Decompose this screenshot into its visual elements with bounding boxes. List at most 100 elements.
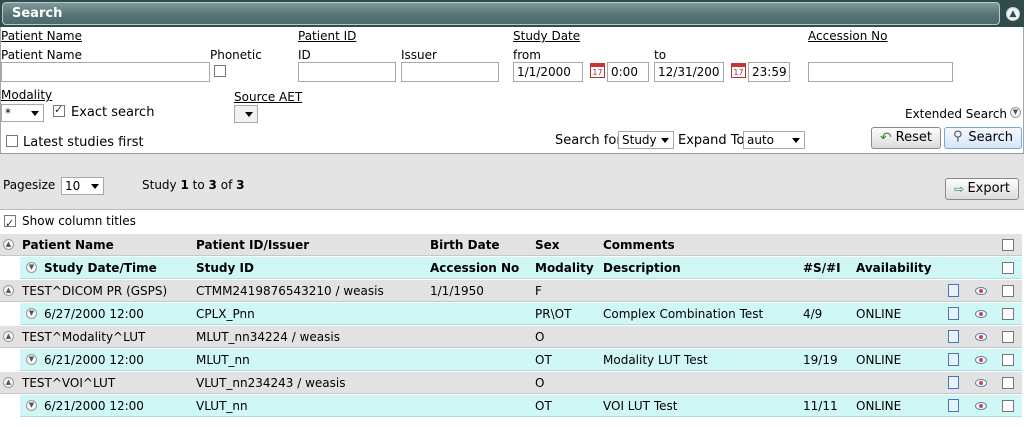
- col-accession: Accession No: [430, 261, 520, 275]
- source-aet-group-label: Source AET: [234, 90, 303, 104]
- study-header-row: ▼ Study Date/Time Study ID Accession No …: [20, 257, 1022, 279]
- collapse-icon[interactable]: ▲: [3, 331, 14, 342]
- collapse-all-icon[interactable]: ▲: [3, 239, 14, 250]
- study-id: CPLX_Pnn: [196, 307, 255, 321]
- col-patient-id: Patient ID/Issuer: [196, 238, 310, 252]
- patient-row[interactable]: ▲ TEST^VOI^LUT VLUT_nn234243 / weasis O: [0, 372, 1022, 394]
- export-button[interactable]: ⇨ Export: [945, 178, 1019, 200]
- patient-id-input[interactable]: [298, 62, 396, 82]
- expand-icon[interactable]: ▼: [26, 400, 37, 411]
- col-series-instances: #S/#I: [803, 261, 841, 275]
- collapse-panel-icon[interactable]: ▲: [1006, 7, 1020, 21]
- study-id: VLUT_nn: [196, 399, 248, 413]
- to-time-input[interactable]: [748, 62, 790, 82]
- series-instances: 11/11: [803, 399, 838, 413]
- patient-row[interactable]: ▲ TEST^Modality^LUT MLUT_nn34224 / weasi…: [0, 326, 1022, 348]
- issuer-label: Issuer: [401, 48, 437, 62]
- study-row[interactable]: ▼ 6/21/2000 12:00 MLUT_nn OT Modality LU…: [20, 349, 1022, 371]
- details-icon[interactable]: [948, 284, 959, 297]
- issuer-input[interactable]: [401, 62, 499, 82]
- select-all-patients-checkbox[interactable]: [1002, 239, 1014, 251]
- modality: PR\OT: [535, 307, 572, 321]
- study-id: MLUT_nn: [196, 353, 250, 367]
- accession-input[interactable]: [808, 62, 953, 82]
- patient-select-checkbox[interactable]: [1002, 331, 1014, 343]
- patient-header-row: ▲ Patient Name Patient ID/Issuer Birth D…: [0, 234, 1022, 256]
- availability: ONLINE: [856, 399, 902, 413]
- study-row[interactable]: ▼ 6/21/2000 12:00 VLUT_nn OT VOI LUT Tes…: [20, 395, 1022, 417]
- show-column-titles-checkbox[interactable]: [4, 213, 16, 235]
- latest-studies-first-checkbox[interactable]: [6, 135, 18, 147]
- patient-row[interactable]: ▲ TEST^DICOM PR (GSPS) CTMM2419876543210…: [0, 280, 1022, 302]
- from-date-input[interactable]: [513, 62, 583, 82]
- col-birth-date: Birth Date: [430, 238, 500, 252]
- patient-id: VLUT_nn234243 / weasis: [196, 376, 346, 390]
- patient-select-checkbox[interactable]: [1002, 285, 1014, 297]
- patient-id-group-label: Patient ID: [298, 29, 357, 43]
- availability: ONLINE: [856, 353, 902, 367]
- expand-extended-search-icon[interactable]: ▼: [1010, 107, 1021, 118]
- pagesize-label: Pagesize: [3, 178, 56, 192]
- calendar-icon[interactable]: 17: [731, 63, 746, 78]
- exact-search-label: Exact search: [71, 105, 155, 120]
- from-time-input[interactable]: [607, 62, 649, 82]
- study-datetime: 6/21/2000 12:00: [44, 353, 144, 367]
- col-sex: Sex: [535, 238, 560, 252]
- patient-select-checkbox[interactable]: [1002, 377, 1014, 389]
- view-icon[interactable]: [975, 333, 987, 341]
- study-select-checkbox[interactable]: [1002, 400, 1014, 412]
- id-label: ID: [298, 48, 311, 62]
- collapse-icon[interactable]: ▲: [3, 377, 14, 388]
- study-row[interactable]: ▼ 6/27/2000 12:00 CPLX_Pnn PR\OT Complex…: [20, 303, 1022, 325]
- search-for-select[interactable]: Study: [618, 131, 674, 149]
- reset-button[interactable]: ↶ Reset: [871, 127, 941, 149]
- patient-name-input[interactable]: [1, 62, 210, 82]
- patient-name: TEST^VOI^LUT: [22, 376, 116, 390]
- phonetic-label: Phonetic: [210, 48, 262, 62]
- expand-icon[interactable]: ▼: [26, 308, 37, 319]
- search-button[interactable]: ⚲ Search: [944, 127, 1022, 149]
- collapse-icon[interactable]: ▲: [3, 285, 14, 296]
- details-icon[interactable]: [948, 353, 959, 366]
- details-icon[interactable]: [948, 376, 959, 389]
- search-form: Patient Name Patient Name Phonetic Patie…: [0, 27, 1024, 153]
- modality-select[interactable]: *: [1, 104, 44, 122]
- view-icon[interactable]: [975, 287, 987, 295]
- study-select-checkbox[interactable]: [1002, 354, 1014, 366]
- view-icon[interactable]: [975, 402, 987, 410]
- expand-to-select[interactable]: auto: [743, 131, 805, 149]
- to-date-input[interactable]: [654, 62, 724, 82]
- study-select-checkbox[interactable]: [1002, 308, 1014, 320]
- pagesize-select[interactable]: 10: [61, 177, 104, 195]
- extended-search-label[interactable]: Extended Search: [905, 107, 1007, 121]
- series-instances: 19/19: [803, 353, 838, 367]
- modality-group-label: Modality: [1, 88, 53, 102]
- modality: OT: [535, 399, 552, 413]
- export-icon: ⇨: [954, 182, 965, 196]
- series-instances: 4/9: [803, 307, 823, 321]
- magnifier-icon: ⚲: [953, 129, 963, 144]
- source-aet-select[interactable]: [234, 105, 258, 123]
- reset-icon: ↶: [880, 130, 892, 146]
- details-icon[interactable]: [948, 399, 959, 412]
- view-icon[interactable]: [975, 379, 987, 387]
- patient-name-group-label: Patient Name: [1, 29, 82, 43]
- view-icon[interactable]: [975, 356, 987, 364]
- search-for-label: Search for: [555, 133, 622, 148]
- calendar-icon[interactable]: 17: [590, 63, 605, 78]
- accession-group-label: Accession No: [808, 29, 888, 43]
- col-patient-name: Patient Name: [22, 238, 114, 252]
- col-availability: Availability: [856, 261, 932, 275]
- description: VOI LUT Test: [603, 399, 678, 413]
- view-icon[interactable]: [975, 310, 987, 318]
- study-datetime: 6/21/2000 12:00: [44, 399, 144, 413]
- expand-icon[interactable]: ▼: [26, 354, 37, 365]
- details-icon[interactable]: [948, 307, 959, 320]
- sex: O: [535, 330, 545, 344]
- details-icon[interactable]: [948, 330, 959, 343]
- exact-search-checkbox[interactable]: [53, 103, 65, 117]
- expand-icon[interactable]: ▼: [26, 262, 37, 273]
- phonetic-checkbox[interactable]: [214, 65, 226, 77]
- study-datetime: 6/27/2000 12:00: [44, 307, 144, 321]
- select-all-studies-checkbox[interactable]: [1002, 262, 1014, 274]
